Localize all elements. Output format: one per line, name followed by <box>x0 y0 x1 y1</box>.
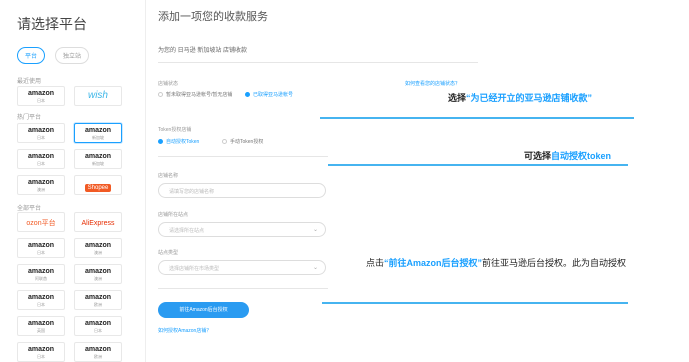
site-label: 店铺所在站点 <box>158 212 189 218</box>
radio-has-account[interactable]: 已取得亚马逊帐号 <box>245 91 293 98</box>
authorize-amazon-button[interactable]: 前往Amazon后台授权 <box>158 302 249 318</box>
platform-card[interactable]: amazon 日本 <box>17 123 65 143</box>
platform-card[interactable]: amazon 日本 <box>17 342 65 362</box>
market-label: 站点类型 <box>158 250 179 256</box>
sidebar-title: 请选择平台 <box>17 16 87 32</box>
amazon-logo: amazon <box>27 90 55 97</box>
divider <box>145 0 146 362</box>
store-name-label: 店铺名称 <box>158 173 179 179</box>
platform-card[interactable]: amazon 澳洲 <box>74 264 122 284</box>
platform-card[interactable]: ozon平台 <box>17 212 65 232</box>
section-recent-label: 最近使用 <box>17 79 42 85</box>
radio-auto-token[interactable]: 自动授权Token <box>158 138 199 145</box>
platform-card[interactable]: amazon 日本 <box>17 86 65 106</box>
section-hot-label: 热门平台 <box>17 115 42 121</box>
store-name-input[interactable]: 请填写您的店铺名称 <box>158 183 326 198</box>
shopee-logo: Shopee <box>84 184 112 192</box>
platform-card[interactable]: amazon 日本 <box>17 238 65 258</box>
annotation-note-2: 可选择自动授权token <box>524 151 612 161</box>
divider <box>158 62 478 63</box>
radio-dot <box>158 92 163 97</box>
platform-card[interactable]: Shopee <box>74 175 122 195</box>
platform-card[interactable]: amazon 澳洲 <box>74 238 122 258</box>
store-status-help-link[interactable]: 如何查看您的店铺状态？ <box>405 80 460 87</box>
platform-card[interactable]: amazon 澳洲 <box>17 175 65 195</box>
tab-platform[interactable]: 平台 <box>17 47 46 64</box>
divider <box>158 156 328 157</box>
platform-card[interactable]: amazon 欧洲 <box>74 290 122 310</box>
divider <box>158 288 328 289</box>
platform-card[interactable]: AliExpress <box>74 212 122 232</box>
platform-card[interactable]: amazon 欧洲 <box>74 342 122 362</box>
platform-card[interactable]: amazon 新加坡 <box>74 149 122 169</box>
annotation-underline <box>322 302 628 304</box>
platform-tabs: 平台 独立站 <box>17 47 90 64</box>
platform-card-selected[interactable]: amazon 新加坡 <box>74 123 122 143</box>
annotation-note-3: 点击“前往Amazon后台授权”前往亚马逊后台授权。此为自动授权 <box>366 258 627 268</box>
page-title: 添加一项您的收款服务 <box>158 11 268 23</box>
annotation-note-1: 选择“为已经开立的亚马逊店铺收款” <box>448 93 593 103</box>
radio-manual-token[interactable]: 手动Token授权 <box>222 138 263 145</box>
platform-card[interactable]: wish <box>74 86 122 106</box>
radio-dot-checked <box>158 139 163 144</box>
platform-sidebar: 请选择平台 平台 独立站 最近使用 amazon 日本 wish 热门平台 am… <box>0 0 143 362</box>
radio-dot <box>222 139 227 144</box>
annotation-underline <box>328 164 628 166</box>
platform-card[interactable]: amazon 日本 <box>17 290 65 310</box>
chevron-down-icon: ⌄ <box>312 265 318 271</box>
section-all-label: 全部平台 <box>17 206 42 212</box>
how-to-authorize-link[interactable]: 如何授权Amazon店铺？ <box>158 327 211 334</box>
page-subtitle: 为您的 日马逊 新加坡站 店铺收款 <box>158 48 248 54</box>
aliexpress-logo: AliExpress <box>81 220 115 227</box>
radio-dot-checked <box>245 92 250 97</box>
radio-no-account[interactable]: 暂未取得亚马逊帐号/暂无店铺 <box>158 91 232 98</box>
platform-card[interactable]: amazon 日本 <box>17 149 65 169</box>
market-select[interactable]: 选择店铺所在市场类型 ⌄ <box>158 260 326 275</box>
tab-independent-site[interactable]: 独立站 <box>55 47 90 64</box>
token-label: Token授权店铺 <box>158 127 192 133</box>
platform-card[interactable]: amazon 阿联酋 <box>17 264 65 284</box>
annotation-underline <box>320 117 634 119</box>
platform-card[interactable]: amazon 英国 <box>17 316 65 336</box>
site-select[interactable]: 请选择所在站点 ⌄ <box>158 222 326 237</box>
chevron-down-icon: ⌄ <box>312 227 318 233</box>
store-status-label: 店铺状态 <box>158 81 179 87</box>
wish-logo: wish <box>87 90 108 101</box>
ozon-logo: ozon平台 <box>26 220 56 227</box>
platform-card[interactable]: amazon 日本 <box>74 316 122 336</box>
